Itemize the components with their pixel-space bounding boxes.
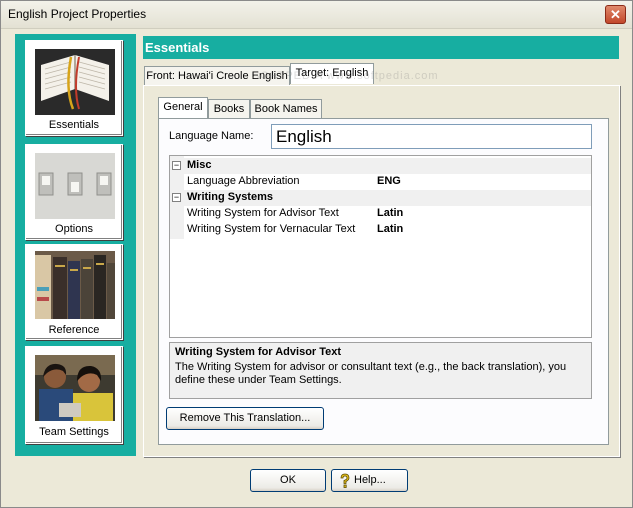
open-book-icon (35, 49, 115, 115)
close-icon: ✕ (610, 7, 621, 22)
sidebar-item-label: Team Settings (39, 426, 109, 438)
sidebar-item-options[interactable]: Options (25, 144, 123, 240)
category-label: Misc (187, 159, 212, 171)
property-value[interactable]: ENG (377, 175, 401, 187)
language-name-input[interactable] (271, 124, 592, 149)
collapse-icon[interactable]: − (172, 193, 181, 202)
help-button-label: Help... (354, 474, 386, 486)
close-button[interactable]: ✕ (605, 5, 626, 24)
tab-book-names[interactable]: Book Names (250, 99, 322, 118)
category-label: Writing Systems (187, 191, 273, 203)
language-name-label: Language Name: (169, 130, 254, 142)
property-grid: − Misc Language Abbreviation ENG − Writi… (169, 155, 592, 338)
property-vernacular-writing-system[interactable]: Writing System for Vernacular Text Latin (184, 222, 591, 238)
window-title: English Project Properties (8, 7, 147, 21)
property-label: Language Abbreviation (187, 175, 300, 187)
sidebar-item-team-settings[interactable]: Team Settings (25, 346, 123, 444)
panel-header: Essentials (143, 36, 619, 59)
category-writing-systems[interactable]: − Writing Systems (170, 190, 591, 206)
property-label: Writing System for Advisor Text (187, 207, 339, 219)
watermark: SOFTPEDIA www.softpedia.com (252, 70, 439, 82)
tab-general[interactable]: General (158, 97, 208, 118)
sidebar: Essentials Options Reference Team Settin… (15, 34, 136, 456)
help-description: The Writing System for advisor or consul… (175, 361, 567, 386)
property-help-box: Writing System for Advisor Text The Writ… (169, 342, 592, 399)
sidebar-item-label: Essentials (48, 119, 100, 131)
sidebar-item-reference[interactable]: Reference (25, 244, 123, 340)
tab-books[interactable]: Books (208, 99, 250, 118)
sidebar-item-essentials[interactable]: Essentials (25, 40, 123, 136)
collapse-icon[interactable]: − (172, 161, 181, 170)
sidebar-item-label: Reference (48, 324, 100, 336)
help-question-icon (340, 473, 350, 488)
team-photo-icon (35, 355, 115, 421)
remove-translation-button[interactable]: Remove This Translation... (166, 407, 324, 430)
property-advisor-writing-system[interactable]: Writing System for Advisor Text Latin (184, 206, 591, 222)
property-language-abbreviation[interactable]: Language Abbreviation ENG (184, 174, 591, 190)
category-misc[interactable]: − Misc (170, 158, 591, 174)
property-value[interactable]: Latin (377, 223, 403, 235)
panel-title: Essentials (145, 40, 210, 55)
sidebar-item-label: Options (55, 223, 93, 235)
help-button[interactable]: Help... (331, 469, 408, 492)
title-bar[interactable]: English Project Properties ✕ (1, 1, 632, 29)
property-label: Writing System for Vernacular Text (187, 223, 356, 235)
ok-button[interactable]: OK (250, 469, 326, 492)
property-value[interactable]: Latin (377, 207, 403, 219)
switches-icon (35, 153, 115, 219)
help-title: Writing System for Advisor Text (175, 346, 342, 358)
books-shelf-icon (35, 251, 115, 319)
